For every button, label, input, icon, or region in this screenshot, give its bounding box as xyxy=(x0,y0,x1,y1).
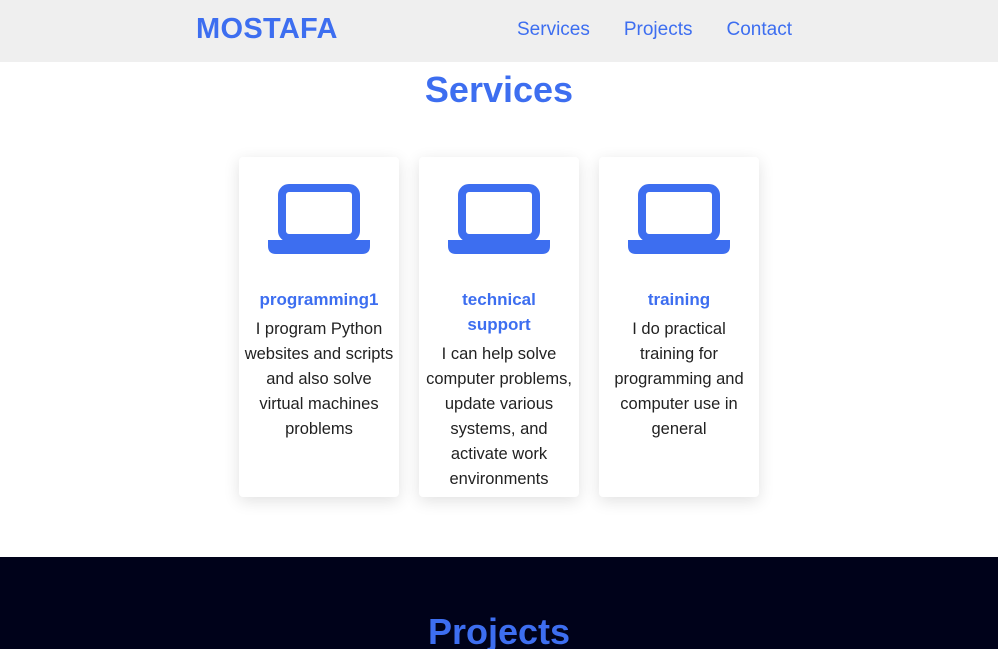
laptop-icon xyxy=(448,184,550,254)
services-title: Services xyxy=(424,69,574,110)
service-card-training: training I do practical training for pro… xyxy=(599,157,759,497)
service-card-title: training xyxy=(647,290,711,309)
service-card-title: programming1 xyxy=(259,290,379,309)
service-card-programming: programming1 I program Python websites a… xyxy=(239,157,399,497)
laptop-icon xyxy=(628,184,730,254)
navbar: MOSTAFA Services Projects Contact xyxy=(0,0,998,62)
service-card-description: I program Python websites and scripts an… xyxy=(244,320,394,438)
nav-menu: Services Projects Contact xyxy=(517,19,792,41)
projects-section: Projects xyxy=(0,557,998,649)
nav-link-projects[interactable]: Projects xyxy=(624,19,693,41)
nav-link-services[interactable]: Services xyxy=(517,19,590,41)
site-logo[interactable]: MOSTAFA xyxy=(196,13,338,46)
service-card-title: technical support xyxy=(462,290,536,334)
nav-link-contact[interactable]: Contact xyxy=(727,19,792,41)
laptop-icon xyxy=(268,184,370,254)
projects-title: Projects xyxy=(427,611,571,649)
service-card-technical-support: technical support I can help solve compu… xyxy=(419,157,579,497)
service-card-description: I do practical training for programming … xyxy=(614,320,744,438)
service-card-description: I can help solve computer problems, upda… xyxy=(426,345,572,488)
